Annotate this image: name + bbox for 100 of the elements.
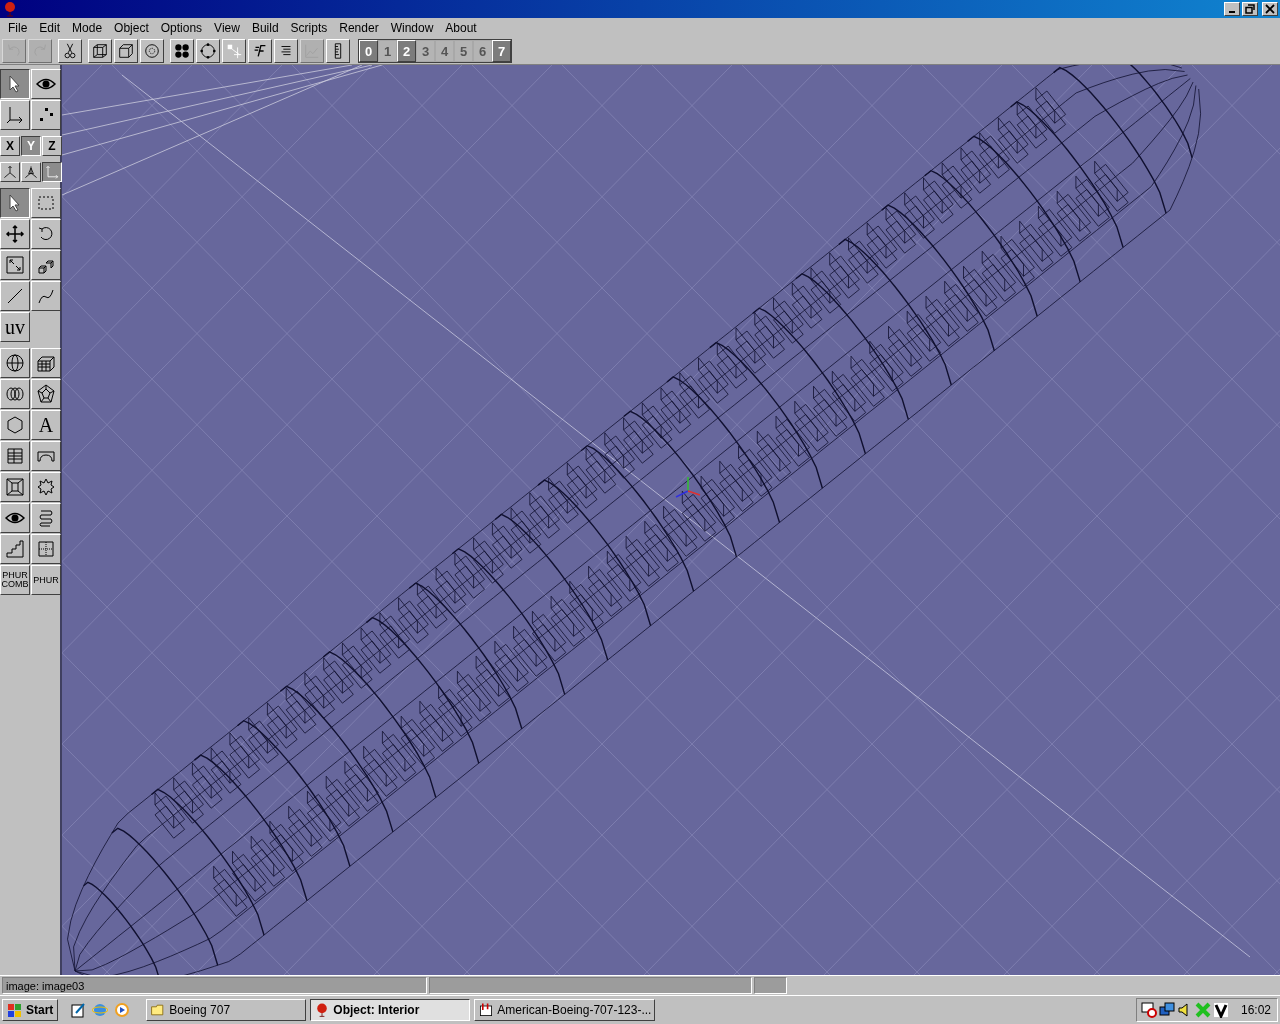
minimize-button[interactable] (1224, 2, 1240, 16)
minimize-icon (1229, 11, 1235, 13)
layer-button[interactable]: 7 (492, 40, 511, 62)
cut-button[interactable] (58, 39, 82, 63)
taskbar-button[interactable]: Object: Interior (310, 999, 471, 1021)
tool-button[interactable]: PHUR COMB (0, 565, 30, 595)
arch-tool[interactable] (31, 441, 61, 471)
sphere-dots-button[interactable] (140, 39, 164, 63)
menu-item[interactable]: Window (384, 21, 440, 35)
tool-button[interactable]: PHUR (31, 565, 61, 595)
axes-corner-tool[interactable] (42, 162, 62, 182)
layer-button[interactable]: 1 (378, 40, 397, 62)
tray-v-icon[interactable] (1212, 1002, 1229, 1018)
scale-tool[interactable] (0, 250, 30, 280)
ring-icon (199, 42, 217, 60)
spring-tool[interactable] (31, 503, 61, 533)
star-icon (36, 477, 56, 497)
layer-button[interactable]: 4 (435, 40, 454, 62)
task-label: Boeing 707 (169, 1003, 231, 1017)
curve-tool[interactable] (31, 281, 61, 311)
menu-item[interactable]: Options (154, 21, 209, 35)
menu-item[interactable]: View (208, 21, 246, 35)
marquee-icon (36, 193, 56, 213)
media-player-icon[interactable] (114, 1002, 131, 1018)
restore-button[interactable] (1242, 2, 1258, 16)
pointer-tool[interactable] (0, 69, 30, 99)
table-icon (5, 446, 25, 466)
taskbar-button[interactable]: American-Boeing-707-123-... (474, 999, 656, 1021)
function-button[interactable] (248, 39, 272, 63)
clock: 16:02 (1240, 1003, 1271, 1017)
line-icon (5, 286, 25, 306)
cylinder-icon (5, 384, 25, 404)
four-dots-button[interactable] (170, 39, 194, 63)
line-tool[interactable] (0, 281, 30, 311)
menu-item[interactable]: Object (108, 21, 155, 35)
list-button[interactable] (274, 39, 298, 63)
box-wire-icon (91, 42, 109, 60)
tool-button[interactable]: Z (42, 136, 62, 156)
windows-logo-icon (7, 1002, 23, 1018)
axes-3d-icon (2, 164, 18, 180)
status-text: image: image03 (2, 977, 427, 994)
task-label: American-Boeing-707-123-... (497, 1003, 652, 1017)
globe-tool[interactable] (0, 348, 30, 378)
tool-button[interactable]: X (0, 136, 20, 156)
layer-button[interactable]: 6 (473, 40, 492, 62)
cubes-tool[interactable] (31, 250, 61, 280)
tool-button[interactable]: uv (0, 312, 30, 342)
restore-icon (1245, 4, 1255, 14)
menu-item[interactable]: Mode (66, 21, 109, 35)
rotate-tool[interactable] (31, 219, 61, 249)
sphere-dots-icon (143, 42, 161, 60)
tool-button[interactable]: A (31, 410, 61, 440)
network-icon[interactable] (1158, 1002, 1175, 1018)
star-tool[interactable] (31, 472, 61, 502)
polyhedron-tool[interactable] (31, 379, 61, 409)
notepad-icon[interactable] (70, 1002, 87, 1018)
menu-item[interactable]: Render (333, 21, 385, 35)
menu-item[interactable]: File (2, 21, 34, 35)
menu-item[interactable]: Edit (33, 21, 67, 35)
start-button[interactable]: Start (2, 999, 59, 1021)
layer-button[interactable]: 5 (454, 40, 473, 62)
spring-icon (36, 508, 56, 528)
grid-cube-tool[interactable] (31, 348, 61, 378)
room-tool[interactable] (0, 472, 30, 502)
box-solid-button[interactable] (114, 39, 138, 63)
close-icon (1265, 4, 1275, 14)
table-tool[interactable] (0, 441, 30, 471)
ring-button[interactable] (196, 39, 220, 63)
pointer-tool[interactable] (0, 188, 30, 218)
stairs-icon (5, 539, 25, 559)
four-dots-icon (173, 42, 191, 60)
close-button[interactable] (1262, 2, 1278, 16)
axes-cone-tool[interactable] (21, 162, 41, 182)
dots-tool[interactable] (31, 100, 61, 130)
hexagon-tool[interactable] (0, 410, 30, 440)
menu-item[interactable]: Build (245, 21, 285, 35)
crosshair-tool[interactable] (31, 534, 61, 564)
axes-tool[interactable] (0, 100, 30, 130)
move-icon (5, 224, 25, 244)
menu-item[interactable]: Scripts (284, 21, 334, 35)
eye-tool[interactable] (31, 69, 61, 99)
axes-3d-tool[interactable] (0, 162, 20, 182)
ruler-button[interactable] (326, 39, 350, 63)
layer-button[interactable]: 0 (359, 40, 378, 62)
cut-icon (61, 42, 79, 60)
marquee-tool[interactable] (31, 188, 61, 218)
eye-tool[interactable] (0, 503, 30, 533)
box-solid-icon (117, 42, 135, 60)
polyhedron-icon (36, 384, 56, 404)
scheduler-icon[interactable] (1140, 1002, 1157, 1018)
move-tool[interactable] (0, 219, 30, 249)
snap-button[interactable] (222, 39, 246, 63)
status-pane (754, 977, 787, 994)
layer-button[interactable]: 3 (416, 40, 435, 62)
taskbar-button[interactable]: Boeing 707 (146, 999, 307, 1021)
box-wire-button[interactable] (88, 39, 112, 63)
layer-button[interactable]: 2 (397, 40, 416, 62)
cylinder-tool[interactable] (0, 379, 30, 409)
menu-item[interactable]: About (439, 21, 483, 35)
stairs-tool[interactable] (0, 534, 30, 564)
